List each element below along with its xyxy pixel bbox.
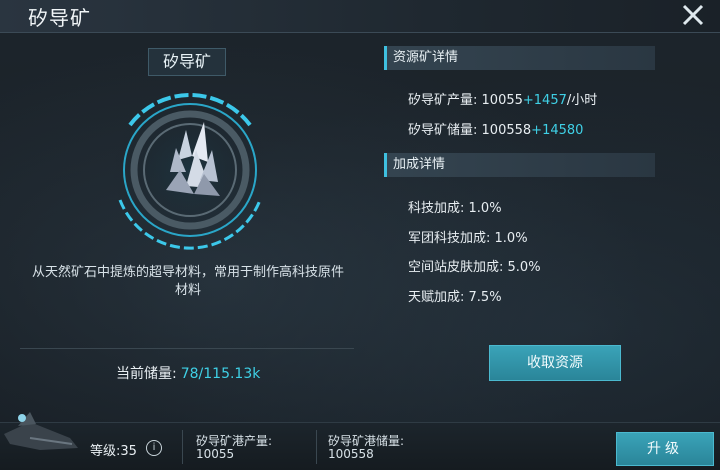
port-storage: 矽导矿港储量: 100558	[328, 435, 404, 461]
reserve-value: 100558	[481, 123, 532, 138]
bonus-value: 5.0%	[507, 260, 541, 275]
divider	[182, 430, 183, 464]
close-icon[interactable]	[680, 2, 706, 28]
production-bonus: +1457	[522, 93, 567, 108]
title-bar: 矽导矿	[0, 0, 720, 33]
storage-label: 当前储量:	[116, 366, 177, 382]
bonus-item: 空间站皮肤加成: 5.0%	[408, 256, 541, 275]
window-title: 矽导矿	[28, 6, 91, 30]
divider	[20, 348, 354, 349]
resource-details-heading: 资源矿详情	[384, 46, 655, 70]
production-label: 矽导矿产量:	[408, 93, 478, 108]
port-output: 矽导矿港产量: 10055	[196, 435, 272, 461]
bonus-value: 1.0%	[494, 231, 528, 246]
port-storage-value: 100558	[328, 447, 374, 461]
bonus-label: 军团科技加成:	[408, 231, 491, 246]
crystal-icon	[112, 92, 268, 250]
reserve-bonus: +14580	[531, 123, 584, 138]
storage-value: 78/115.13k	[180, 366, 261, 382]
current-storage: 当前储量: 78/115.13k	[116, 363, 260, 383]
bonus-label: 天赋加成:	[408, 290, 465, 305]
collect-resources-button[interactable]: 收取资源	[489, 345, 621, 381]
upgrade-button[interactable]: 升级	[616, 432, 714, 466]
level-label: 等级:35	[90, 444, 137, 459]
mineral-description: 从天然矿石中提炼的超导材料，常用于制作高科技原件材料	[31, 265, 344, 298]
divider	[316, 430, 317, 464]
mineral-name-badge: 矽导矿	[148, 48, 226, 76]
bonus-label: 空间站皮肤加成:	[408, 260, 504, 275]
bonus-label: 科技加成:	[408, 201, 465, 216]
production-value: 10055	[481, 93, 523, 108]
reserve-label: 矽导矿储量:	[408, 123, 478, 138]
production-line: 矽导矿产量: 10055+1457/小时	[408, 89, 597, 108]
port-output-value: 10055	[196, 447, 235, 461]
production-unit: /小时	[566, 93, 598, 108]
bonus-item: 天赋加成: 7.5%	[408, 286, 502, 305]
bonus-value: 1.0%	[468, 201, 502, 216]
reserve-line: 矽导矿储量: 100558+14580	[408, 119, 583, 138]
bonus-value: 7.5%	[468, 290, 502, 305]
bonus-item: 科技加成: 1.0%	[408, 197, 502, 216]
bonus-item: 军团科技加成: 1.0%	[408, 227, 528, 246]
info-icon[interactable]: i	[146, 440, 162, 456]
bonus-details-heading: 加成详情	[384, 153, 655, 177]
spaceship-icon	[4, 412, 78, 450]
